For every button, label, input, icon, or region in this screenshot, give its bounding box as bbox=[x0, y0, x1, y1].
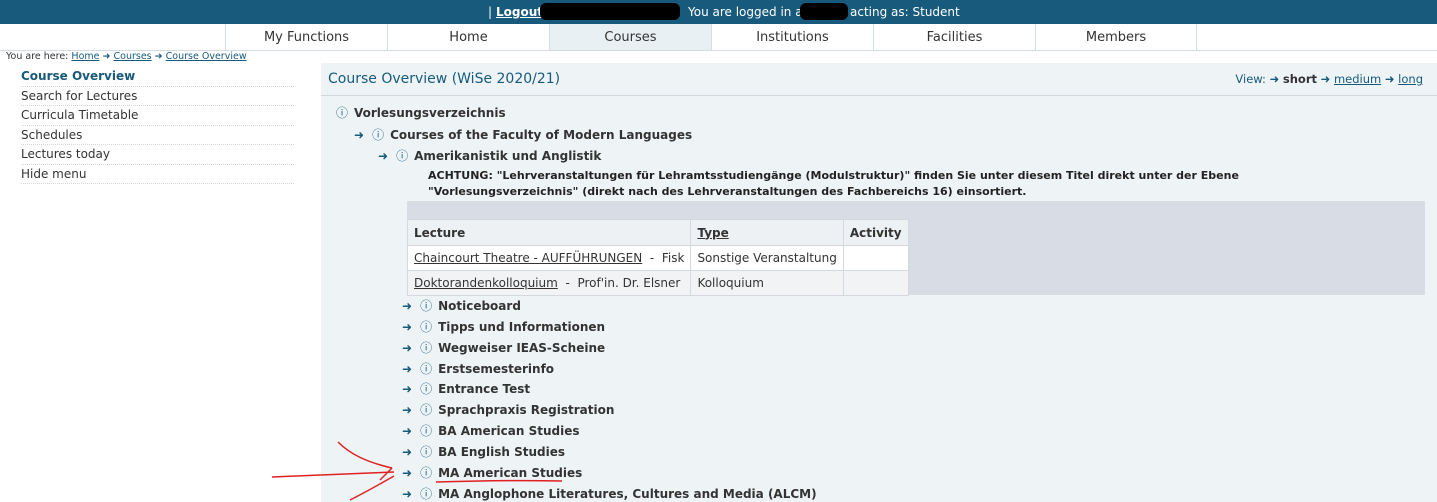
lecturer-name: Fisk bbox=[661, 251, 685, 265]
info-circle-icon: ⓘ bbox=[420, 382, 433, 396]
red-annotation-arrow bbox=[271, 441, 563, 501]
arrow-right-icon: ➜ bbox=[402, 320, 413, 334]
tree-root-label: Vorlesungsverzeichnis bbox=[354, 106, 506, 120]
acting-as-label: acting as: Student bbox=[850, 5, 960, 19]
info-circle-icon: ⓘ bbox=[420, 362, 433, 376]
view-long-link[interactable]: long bbox=[1398, 72, 1423, 86]
info-circle-icon: ⓘ bbox=[372, 128, 385, 142]
logout-link[interactable]: Logout bbox=[496, 5, 543, 19]
tree-department-label: Amerikanistik und Anglistik bbox=[414, 149, 602, 163]
nav-facilities[interactable]: Facilities bbox=[873, 24, 1035, 50]
view-medium-link[interactable]: medium bbox=[1334, 72, 1381, 86]
activity-cell bbox=[842, 270, 909, 296]
arrow-right-icon: ➜ bbox=[354, 128, 365, 142]
info-circle-icon: ⓘ bbox=[420, 341, 433, 355]
arrow-right-icon: ➜ bbox=[1320, 72, 1331, 86]
info-circle-icon: ⓘ bbox=[420, 299, 433, 313]
nav-my-functions[interactable]: My Functions bbox=[225, 24, 387, 50]
sidebar-item-course-overview[interactable]: Course Overview bbox=[21, 67, 294, 87]
sidebar-item-search-lectures[interactable]: Search for Lectures bbox=[21, 87, 294, 106]
nav-members[interactable]: Members bbox=[1035, 24, 1197, 50]
tree-item-label: Sprachpraxis Registration bbox=[438, 403, 615, 417]
lectures-table: Lecture Type Activity Chaincourt Theatre… bbox=[406, 219, 909, 296]
arrow-right-icon: ➜ bbox=[402, 382, 413, 396]
sidebar-item-schedules[interactable]: Schedules bbox=[21, 126, 294, 145]
nav-home[interactable]: Home bbox=[387, 24, 549, 50]
view-short: short bbox=[1282, 72, 1317, 86]
nav-courses[interactable]: Courses bbox=[549, 24, 711, 50]
col-type-sort[interactable]: Type bbox=[690, 219, 844, 246]
redacted-account bbox=[800, 3, 848, 20]
breadcrumb-courses[interactable]: Courses bbox=[114, 51, 152, 62]
page-title: Course Overview (WiSe 2020/21) bbox=[328, 71, 561, 87]
main-nav: My Functions Home Courses Institutions F… bbox=[0, 24, 1437, 51]
tree-item-label: Erstsemesterinfo bbox=[438, 362, 555, 376]
tree-item-label: Entrance Test bbox=[438, 382, 531, 396]
info-circle-icon: ⓘ bbox=[420, 424, 433, 438]
redacted-username bbox=[540, 3, 680, 20]
breadcrumb-prefix: You are here: bbox=[6, 51, 69, 62]
tree-item-tipps[interactable]: ➜ ⓘ Tipps und Informationen bbox=[402, 318, 605, 335]
arrow-right-icon: ➜ bbox=[378, 149, 389, 163]
arrow-right-icon: ➜ bbox=[402, 341, 413, 355]
arrow-right-icon: ➜ bbox=[154, 51, 163, 62]
breadcrumb-home[interactable]: Home bbox=[71, 51, 99, 62]
tree-item-label: Noticeboard bbox=[438, 299, 521, 313]
arrow-right-icon: ➜ bbox=[402, 299, 413, 313]
lecture-cell: Chaincourt Theatre - AUFFÜHRUNGEN - Fisk bbox=[406, 245, 692, 271]
table-header-row: Lecture Type Activity bbox=[406, 219, 909, 246]
top-bar: | Logout You are logged in as: acting as… bbox=[0, 0, 1437, 24]
tree-faculty-label: Courses of the Faculty of Modern Languag… bbox=[390, 128, 693, 142]
arrow-right-icon: ➜ bbox=[1269, 72, 1280, 86]
arrow-right-icon: ➜ bbox=[402, 424, 413, 438]
lecture-cell: Doktorandenkolloquium - Prof'in. Dr. Els… bbox=[406, 270, 692, 296]
tree-item-erstsemesterinfo[interactable]: ➜ ⓘ Erstsemesterinfo bbox=[402, 360, 554, 377]
table-row: Chaincourt Theatre - AUFFÜHRUNGEN - Fisk… bbox=[406, 245, 909, 271]
arrow-right-icon: ➜ bbox=[402, 362, 413, 376]
tree-department[interactable]: ➜ ⓘ Amerikanistik und Anglistik bbox=[378, 147, 601, 164]
lecturer-name: Prof'in. Dr. Elsner bbox=[577, 276, 681, 290]
tree-item-entrance-test[interactable]: ➜ ⓘ Entrance Test bbox=[402, 380, 530, 397]
tree-item-label: Tipps und Informationen bbox=[438, 320, 606, 334]
breadcrumb-course-overview[interactable]: Course Overview bbox=[166, 51, 247, 62]
sidebar-item-lectures-today[interactable]: Lectures today bbox=[21, 145, 294, 165]
lecture-separator: - bbox=[649, 251, 655, 265]
info-circle-icon: ⓘ bbox=[396, 149, 409, 163]
type-cell: Sonstige Veranstaltung bbox=[690, 245, 844, 271]
table-row: Doktorandenkolloquium - Prof'in. Dr. Els… bbox=[406, 270, 909, 296]
col-activity: Activity bbox=[842, 219, 909, 246]
view-label: View: bbox=[1235, 72, 1266, 86]
info-circle-icon: ⓘ bbox=[336, 106, 349, 120]
sidebar-menu: Course Overview Search for Lectures Curr… bbox=[21, 67, 294, 184]
view-selector: View: ➜ short ➜ medium ➜ long bbox=[1235, 72, 1423, 86]
department-notice: ACHTUNG: "Lehrveranstaltungen für Lehram… bbox=[428, 169, 1239, 198]
title-divider bbox=[321, 95, 1437, 96]
tree-item-sprachpraxis[interactable]: ➜ ⓘ Sprachpraxis Registration bbox=[402, 401, 614, 418]
type-cell: Kolloquium bbox=[690, 270, 844, 296]
logged-in-label: You are logged in as: bbox=[688, 5, 813, 19]
tree-item-label: BA American Studies bbox=[438, 424, 580, 438]
info-circle-icon: ⓘ bbox=[420, 403, 433, 417]
sidebar-item-curricula-timetable[interactable]: Curricula Timetable bbox=[21, 106, 294, 126]
lecture-separator: - bbox=[565, 276, 570, 290]
separator: | bbox=[488, 5, 493, 19]
tree-item-wegweiser[interactable]: ➜ ⓘ Wegweiser IEAS-Scheine bbox=[402, 339, 605, 356]
lecture-link[interactable]: Doktorandenkolloquium bbox=[414, 276, 558, 290]
nav-institutions[interactable]: Institutions bbox=[711, 24, 873, 50]
lecture-link[interactable]: Chaincourt Theatre - AUFFÜHRUNGEN bbox=[414, 251, 642, 265]
activity-cell bbox=[842, 245, 909, 271]
tree-root[interactable]: ⓘ Vorlesungsverzeichnis bbox=[336, 104, 506, 121]
col-lecture: Lecture bbox=[406, 219, 692, 246]
tree-faculty[interactable]: ➜ ⓘ Courses of the Faculty of Modern Langu… bbox=[354, 126, 692, 143]
tree-item-noticeboard[interactable]: ➜ ⓘ Noticeboard bbox=[402, 297, 521, 314]
breadcrumb: You are here: Home ➜ Courses ➜ Course Ov… bbox=[6, 51, 247, 62]
arrow-right-icon: ➜ bbox=[402, 403, 413, 417]
sidebar-item-hide-menu[interactable]: Hide menu bbox=[21, 165, 294, 184]
tree-item-ba-american[interactable]: ➜ ⓘ BA American Studies bbox=[402, 422, 580, 439]
info-circle-icon: ⓘ bbox=[420, 320, 433, 334]
arrow-right-icon: ➜ bbox=[1384, 72, 1395, 86]
arrow-right-icon: ➜ bbox=[102, 51, 111, 62]
tree-item-label: Wegweiser IEAS-Scheine bbox=[438, 341, 606, 355]
